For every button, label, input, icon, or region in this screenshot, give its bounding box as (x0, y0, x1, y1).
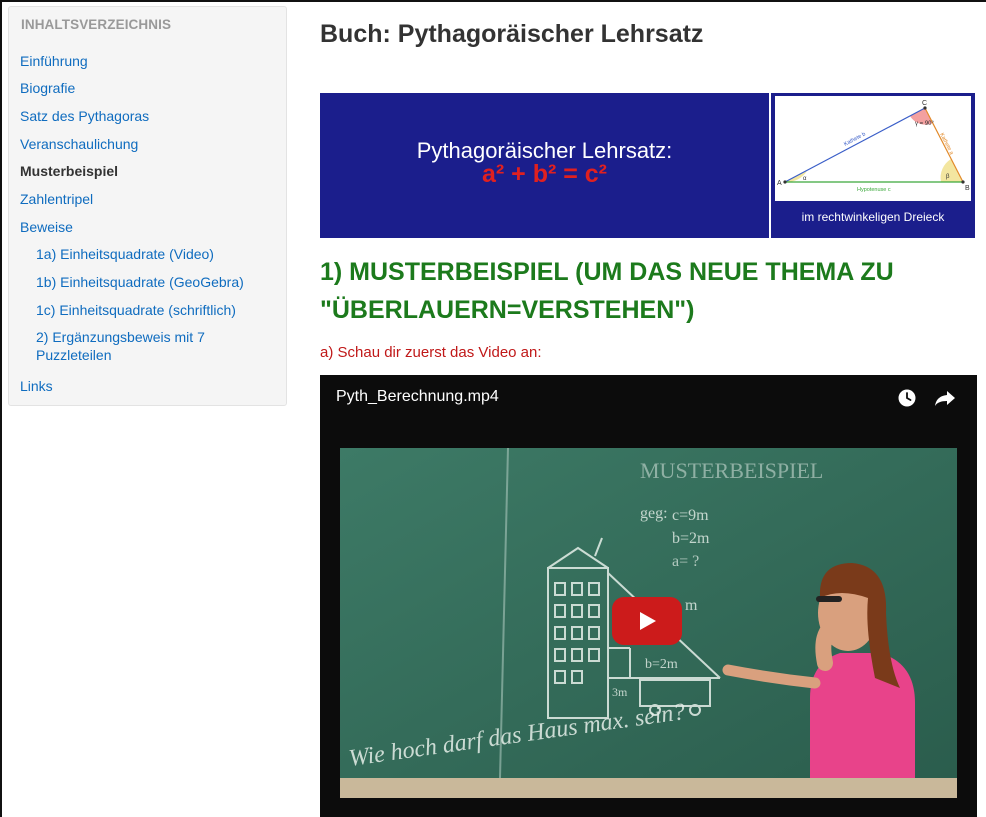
toc-item-einheitsquadrate-video[interactable]: 1a) Einheitsquadrate (Video) (36, 245, 266, 263)
board-heading: MUSTERBEISPIEL (640, 458, 823, 483)
toc-item-ergaenzungsbeweis[interactable]: 2) Ergänzungsbeweis mit 7 Puzzleteilen (36, 328, 236, 364)
toc-item-einfuehrung[interactable]: Einführung (20, 52, 88, 70)
share-icon[interactable] (934, 389, 956, 407)
banner-formula: a² + b² = c² (481, 160, 608, 188)
section-heading-line-1: 1) MUSTERBEISPIEL (UM DAS NEUE THEMA ZU (320, 258, 894, 286)
board-three-m: 3m (612, 685, 628, 699)
clock-icon[interactable] (898, 389, 916, 407)
banner-caption: im rechtwinkeligen Dreieck (801, 210, 945, 224)
banner-text-block: Pythagoräischer Lehrsatz: a² + b² = c² (320, 93, 769, 238)
section-heading: 1) MUSTERBEISPIEL (UM DAS NEUE THEMA ZU … (320, 253, 985, 329)
toc-heading: INHALTSVERZEICHNIS (21, 17, 172, 32)
toc-item-veranschaulichung[interactable]: Veranschaulichung (20, 135, 138, 153)
toc-item-einheitsquadrate-geogebra[interactable]: 1b) Einheitsquadrate (GeoGebra) (36, 273, 266, 291)
video-player[interactable]: Pyth_Berechnung.mp4 MUSTERBEISPIEL geg: … (320, 375, 977, 817)
toc-item-einheitsquadrate-schriftlich[interactable]: 1c) Einheitsquadrate (schriftlich) (36, 301, 266, 319)
toc-item-satz-des-pythagoras[interactable]: Satz des Pythagoras (20, 107, 149, 125)
label-a: A (777, 180, 782, 187)
label-c: C (922, 100, 927, 107)
board-ledge (340, 778, 957, 798)
right-triangle-diagram: A B C α β γ = 90° Kathete b Kathete a Hy… (775, 96, 971, 201)
board-geg: geg: (640, 505, 668, 522)
toc-item-musterbeispiel: Musterbeispiel (20, 163, 119, 179)
label-gamma: γ = 90° (915, 121, 935, 127)
toc-item-zahlentripel[interactable]: Zahlentripel (20, 190, 93, 208)
vertex-a (783, 180, 787, 184)
toc-item-links[interactable]: Links (20, 377, 53, 395)
banner-image: Pythagoräischer Lehrsatz: a² + b² = c² A… (320, 93, 975, 238)
table-of-contents: INHALTSVERZEICHNIS Einführung Biografie … (8, 6, 287, 406)
label-hypotenuse: Hypotenuse c (857, 187, 891, 193)
video-title[interactable]: Pyth_Berechnung.mp4 (336, 388, 499, 406)
label-alpha: α (803, 176, 807, 182)
vertex-b (961, 180, 965, 184)
section-heading-line-2: "ÜBERLAUERN=VERSTEHEN") (320, 296, 695, 324)
board-a-line: a= ? (672, 553, 699, 570)
label-beta: β (946, 174, 950, 180)
toc-item-biografie[interactable]: Biografie (20, 79, 75, 97)
board-c-line: c=9m (672, 507, 709, 524)
board-m-label: m (685, 597, 698, 614)
label-b: B (965, 185, 970, 192)
video-intro-text: a) Schau dir zuerst das Video an: (320, 344, 542, 361)
book-title: Buch: Pythagoräischer Lehrsatz (320, 20, 704, 48)
board-b-line: b=2m (672, 530, 710, 547)
play-button[interactable] (612, 597, 682, 645)
toc-item-beweise[interactable]: Beweise (20, 218, 73, 236)
board-b-mid: b=2m (645, 657, 678, 672)
